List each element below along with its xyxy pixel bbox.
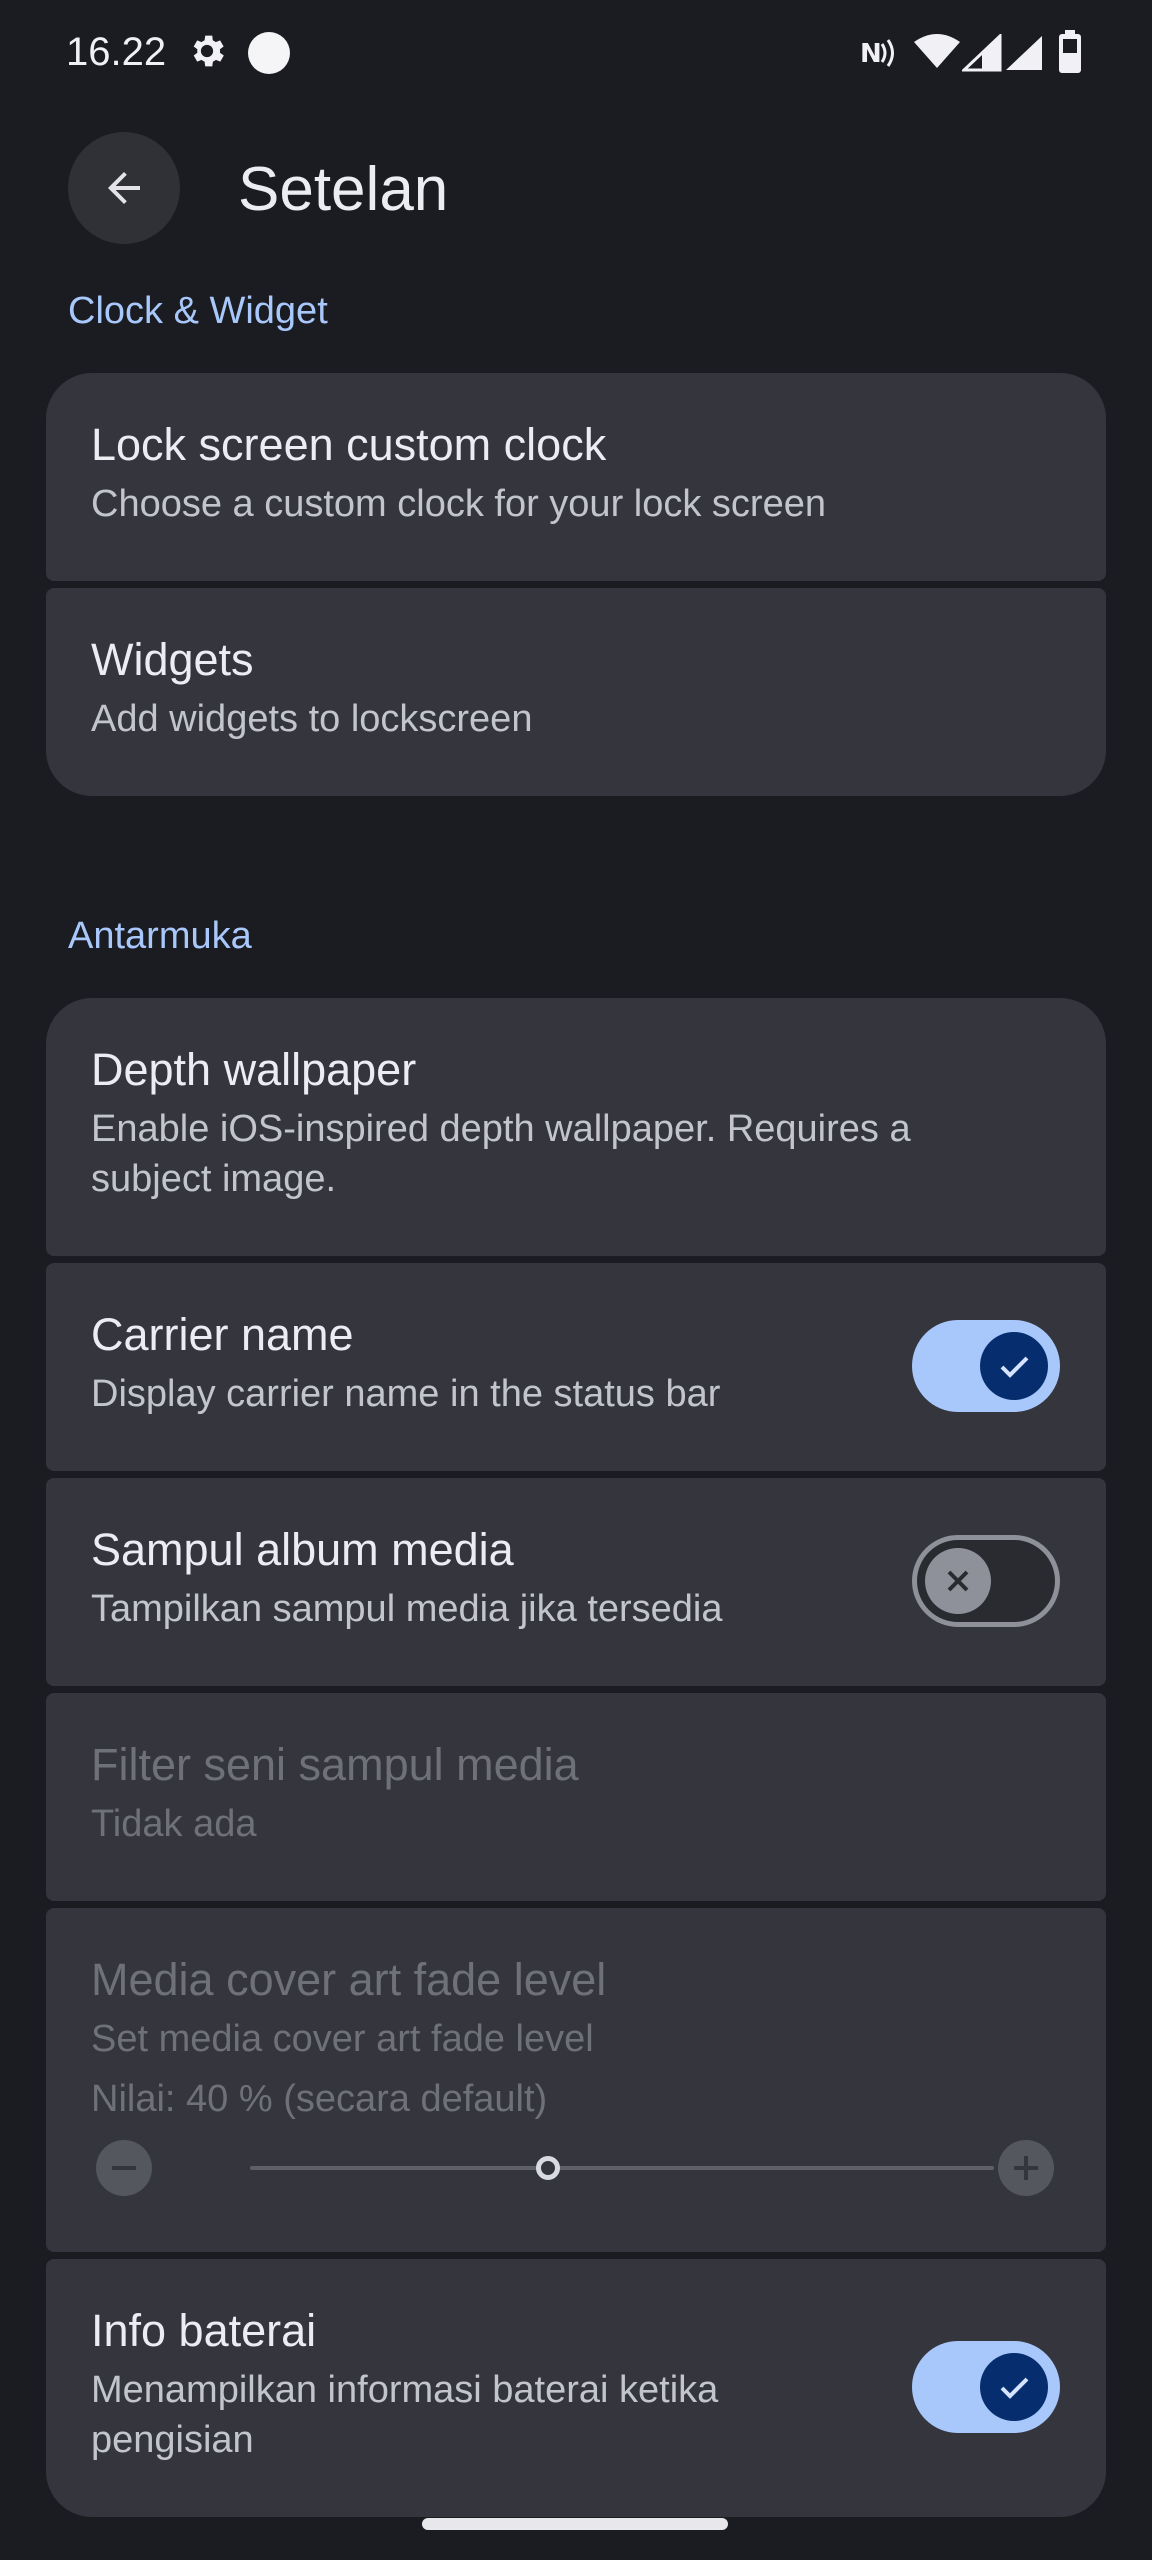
- setting-title: Carrier name: [91, 1309, 354, 1360]
- check-icon: [980, 1332, 1048, 1400]
- setting-media-cover-fade-level: Media cover art fade level Set media cov…: [46, 1908, 1106, 2252]
- slider-thumb: [535, 2156, 560, 2180]
- app-bar: Setelan: [0, 120, 1152, 250]
- setting-title: Media cover art fade level: [91, 1954, 607, 2005]
- setting-title: Depth wallpaper: [91, 1044, 417, 1095]
- section-header-clock-widget: Clock & Widget: [68, 290, 328, 332]
- status-time: 16.22: [66, 30, 167, 74]
- battery-info-toggle[interactable]: [912, 2341, 1060, 2433]
- setting-subtitle: Menampilkan informasi baterai ketika pen…: [91, 2369, 719, 2461]
- home-indicator[interactable]: [422, 2518, 728, 2530]
- setting-widgets[interactable]: Widgets Add widgets to lockscreen: [46, 588, 1106, 796]
- fade-level-slider: [250, 2166, 994, 2170]
- signal-icon: [1004, 34, 1044, 77]
- media-album-art-toggle[interactable]: [912, 1535, 1060, 1627]
- setting-media-art-filter: Filter seni sampul media Tidak ada: [46, 1693, 1106, 1901]
- status-bar: 16.22 N: [0, 0, 1152, 110]
- setting-lock-screen-clock[interactable]: Lock screen custom clock Choose a custom…: [46, 373, 1106, 581]
- setting-subtitle: Tidak ada: [91, 1803, 257, 1845]
- setting-subtitle: Tampilkan sampul media jika tersedia: [91, 1588, 723, 1630]
- setting-subtitle: Enable iOS-inspired depth wallpaper. Req…: [91, 1108, 911, 1200]
- setting-value: Nilai: 40 % (secara default): [91, 2078, 548, 2120]
- signal-icon: [960, 32, 1002, 77]
- back-button[interactable]: [68, 132, 180, 244]
- wifi-icon: [914, 34, 960, 75]
- setting-subtitle: Display carrier name in the status bar: [91, 1373, 721, 1415]
- nfc-icon: N: [860, 36, 900, 75]
- check-icon: [980, 2353, 1048, 2421]
- setting-title: Widgets: [91, 634, 254, 685]
- page-title: Setelan: [238, 155, 449, 224]
- battery-icon: [1058, 30, 1082, 79]
- setting-title: Sampul album media: [91, 1524, 514, 1575]
- setting-carrier-name[interactable]: Carrier name Display carrier name in the…: [46, 1263, 1106, 1471]
- settings-gear-icon: [186, 30, 228, 77]
- plus-icon: [998, 2140, 1054, 2201]
- decrease-button: [96, 2140, 152, 2196]
- setting-subtitle: Add widgets to lockscreen: [91, 698, 533, 740]
- arrow-back-icon: [100, 164, 148, 217]
- svg-text:N: N: [860, 39, 882, 69]
- increase-button: [998, 2140, 1054, 2196]
- setting-subtitle: Choose a custom clock for your lock scre…: [91, 483, 826, 525]
- setting-subtitle: Set media cover art fade level: [91, 2018, 594, 2060]
- setting-title: Filter seni sampul media: [91, 1739, 579, 1790]
- minus-icon: [96, 2140, 152, 2201]
- setting-battery-info[interactable]: Info baterai Menampilkan informasi bater…: [46, 2259, 1106, 2517]
- setting-title: Info baterai: [91, 2305, 317, 2356]
- circle-notification-icon: [248, 32, 290, 79]
- setting-media-album-art[interactable]: Sampul album media Tampilkan sampul medi…: [46, 1478, 1106, 1686]
- close-icon: [925, 1548, 991, 1614]
- section-header-interface: Antarmuka: [68, 915, 252, 957]
- setting-title: Lock screen custom clock: [91, 419, 607, 470]
- carrier-name-toggle[interactable]: [912, 1320, 1060, 1412]
- setting-depth-wallpaper[interactable]: Depth wallpaper Enable iOS-inspired dept…: [46, 998, 1106, 1256]
